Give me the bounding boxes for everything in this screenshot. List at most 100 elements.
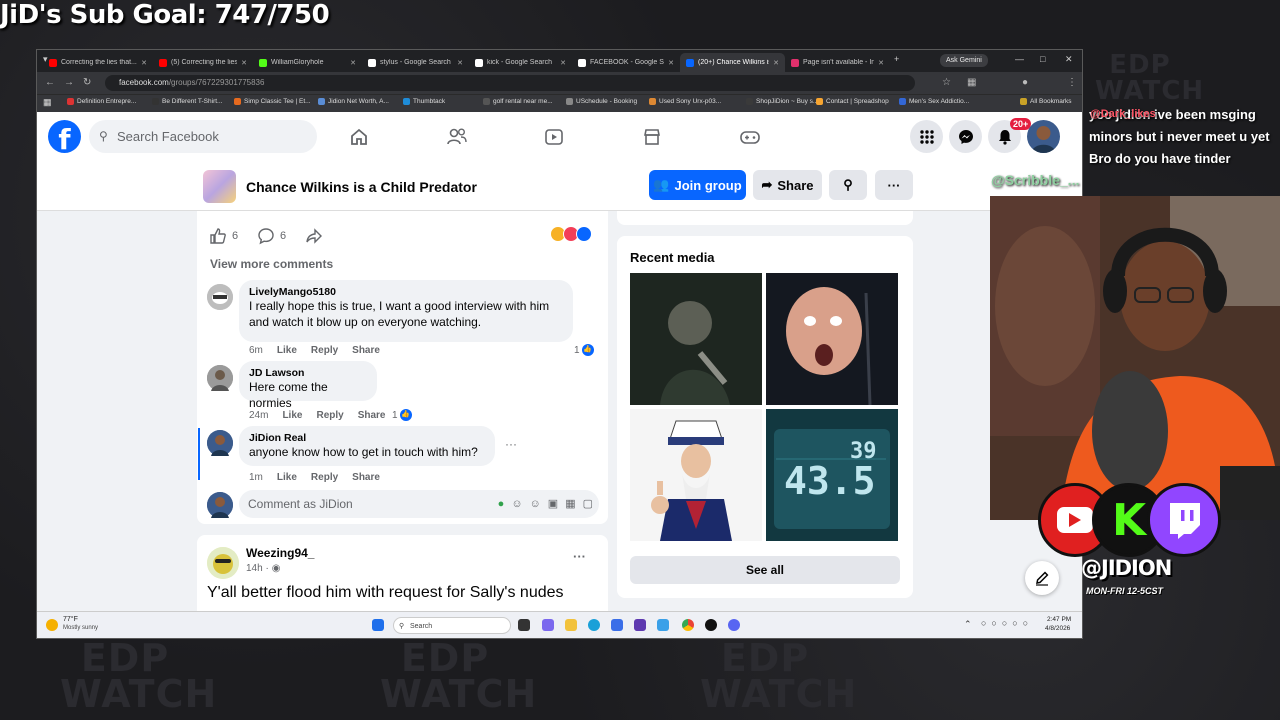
- group-search-button[interactable]: ⚲: [829, 170, 867, 200]
- see-all-media-button[interactable]: See all: [630, 556, 900, 584]
- comment-time[interactable]: 1m: [249, 472, 263, 483]
- comment-time[interactable]: 24m: [249, 410, 268, 421]
- close-tab-icon[interactable]: ✕: [241, 59, 247, 67]
- close-tab-icon[interactable]: ✕: [141, 59, 147, 67]
- app-icon[interactable]: [634, 619, 646, 631]
- comment-reply-link[interactable]: Reply: [311, 345, 338, 356]
- emoji-icon[interactable]: ☺: [530, 490, 541, 518]
- bookmark-item[interactable]: Men's Sex Addictio...: [899, 98, 969, 105]
- avatar-sticker-icon[interactable]: ☺: [511, 490, 522, 518]
- start-icon[interactable]: [372, 619, 384, 631]
- browser-tab[interactable]: Page isn't available - In... ✕: [785, 53, 890, 72]
- comment-like-link[interactable]: Like: [277, 345, 297, 356]
- bookmark-item[interactable]: Jidion Net Worth, A...: [318, 98, 389, 105]
- browser-tab[interactable]: Correcting the lies that... ✕: [43, 53, 153, 72]
- browser-tab[interactable]: kick - Google Search ✕: [469, 53, 572, 72]
- profile-avatar[interactable]: [1027, 120, 1060, 153]
- menu-dots-icon[interactable]: ⋮: [1067, 77, 1077, 88]
- share-post-icon[interactable]: [305, 227, 323, 245]
- comment-author[interactable]: JD Lawson: [249, 367, 367, 379]
- bookmark-item[interactable]: All Bookmarks: [1020, 98, 1072, 105]
- taskbar-search[interactable]: ⚲ Search: [393, 617, 511, 634]
- media-thumbnail[interactable]: [630, 409, 762, 541]
- facebook-logo-icon[interactable]: f: [48, 120, 81, 153]
- video-icon[interactable]: [543, 126, 565, 148]
- post-author-name[interactable]: Weezing94_: [246, 546, 314, 560]
- marketplace-icon[interactable]: [641, 126, 663, 148]
- commenter-avatar[interactable]: [207, 365, 233, 391]
- reload-icon[interactable]: ↻: [83, 77, 91, 88]
- messenger-icon[interactable]: [949, 120, 982, 153]
- friends-icon[interactable]: [446, 126, 468, 148]
- menu-grid-icon[interactable]: [910, 120, 943, 153]
- url-input[interactable]: facebook.com/groups/767229301775836: [105, 75, 915, 91]
- minimize-icon[interactable]: —: [1015, 54, 1024, 64]
- media-thumbnail[interactable]: [630, 273, 762, 405]
- back-icon[interactable]: ←: [45, 77, 55, 88]
- bookmark-item[interactable]: USchedule - Booking: [566, 98, 637, 105]
- copilot-icon[interactable]: [542, 619, 554, 631]
- gif-icon[interactable]: ▦: [565, 490, 575, 518]
- new-message-button[interactable]: [1025, 561, 1059, 595]
- store-icon[interactable]: [611, 619, 623, 631]
- close-tab-icon[interactable]: ✕: [878, 59, 884, 67]
- close-tab-icon[interactable]: ✕: [457, 59, 463, 67]
- group-more-button[interactable]: ···: [875, 170, 913, 200]
- group-thumbnail[interactable]: [203, 170, 236, 203]
- bookmark-item[interactable]: Thumbtack: [403, 98, 445, 105]
- task-view-icon[interactable]: [518, 619, 530, 631]
- app-icon[interactable]: [657, 619, 669, 631]
- bookmark-item[interactable]: Simp Classic Tee | Et...: [234, 98, 311, 105]
- close-tab-icon[interactable]: ✕: [350, 59, 356, 67]
- clock-time[interactable]: 2:47 PM: [1047, 616, 1071, 623]
- view-more-comments-link[interactable]: View more comments: [210, 257, 333, 271]
- browser-tab[interactable]: WilliamGloryhole ✕: [253, 53, 362, 72]
- new-tab-icon[interactable]: +: [894, 54, 899, 64]
- tray-chevron-icon[interactable]: ⌃: [964, 619, 972, 630]
- like-count[interactable]: 6: [209, 227, 238, 245]
- bookmark-star-icon[interactable]: ☆: [942, 77, 951, 88]
- comment-like-count[interactable]: 1 👍: [392, 409, 412, 421]
- comment-like-count[interactable]: 1 👍: [574, 344, 594, 356]
- comment-author[interactable]: LivelyMango5180: [249, 286, 563, 298]
- browser-tab[interactable]: FACEBOOK - Google Se... ✕: [572, 53, 680, 72]
- comment-reply-link[interactable]: Reply: [311, 472, 338, 483]
- apps-icon[interactable]: ▦: [43, 97, 52, 108]
- post-timestamp[interactable]: 14h · ◉: [246, 563, 281, 574]
- app-icon[interactable]: [705, 619, 717, 631]
- browser-tab[interactable]: (20+) Chance Wilkins is... ✕: [680, 53, 785, 72]
- file-explorer-icon[interactable]: [565, 619, 577, 631]
- comment-count[interactable]: 6: [257, 227, 286, 245]
- comment-share-link[interactable]: Share: [358, 410, 386, 421]
- share-group-button[interactable]: ➦ Share: [753, 170, 822, 200]
- bookmark-item[interactable]: Be Different T-Shirt...: [152, 98, 222, 105]
- browser-tab[interactable]: stylus - Google Search ✕: [362, 53, 469, 72]
- commenter-avatar[interactable]: [207, 284, 233, 310]
- facebook-search-input[interactable]: ⚲ Search Facebook: [89, 120, 317, 153]
- forward-icon[interactable]: →: [64, 77, 74, 88]
- comment-composer-input[interactable]: Comment as JiDion ● ☺ ☺ ▣ ▦ ▢: [239, 490, 599, 518]
- comment-share-link[interactable]: Share: [352, 345, 380, 356]
- close-tab-icon[interactable]: ✕: [773, 59, 779, 67]
- browser-tab[interactable]: (5) Correcting the lies ti...✕: [153, 53, 253, 72]
- sticker-icon[interactable]: ▢: [583, 490, 593, 518]
- comment-like-link[interactable]: Like: [282, 410, 302, 421]
- bookmark-item[interactable]: Definition Entrepre...: [67, 98, 136, 105]
- camera-icon[interactable]: ▣: [548, 490, 558, 518]
- extensions-icon[interactable]: ▦: [967, 77, 976, 88]
- group-name[interactable]: Chance Wilkins is a Child Predator: [246, 179, 477, 195]
- chrome-icon[interactable]: [682, 619, 694, 631]
- weather-widget-icon[interactable]: [46, 619, 58, 631]
- comment-like-link[interactable]: Like: [277, 472, 297, 483]
- tray-icons[interactable]: ○○○○○: [981, 618, 1033, 628]
- bookmark-item[interactable]: golf rental near me...: [483, 98, 553, 105]
- post-author-avatar[interactable]: [207, 547, 239, 579]
- close-tab-icon[interactable]: ✕: [668, 59, 674, 67]
- media-thumbnail[interactable]: 43.5 39: [766, 409, 898, 541]
- gaming-icon[interactable]: [739, 126, 761, 148]
- close-tab-icon[interactable]: ✕: [560, 59, 566, 67]
- join-group-button[interactable]: 👥 Join group: [649, 170, 746, 200]
- discord-icon[interactable]: [728, 619, 740, 631]
- bookmark-item[interactable]: Used Sony Urx-p03...: [649, 98, 721, 105]
- comment-share-link[interactable]: Share: [352, 472, 380, 483]
